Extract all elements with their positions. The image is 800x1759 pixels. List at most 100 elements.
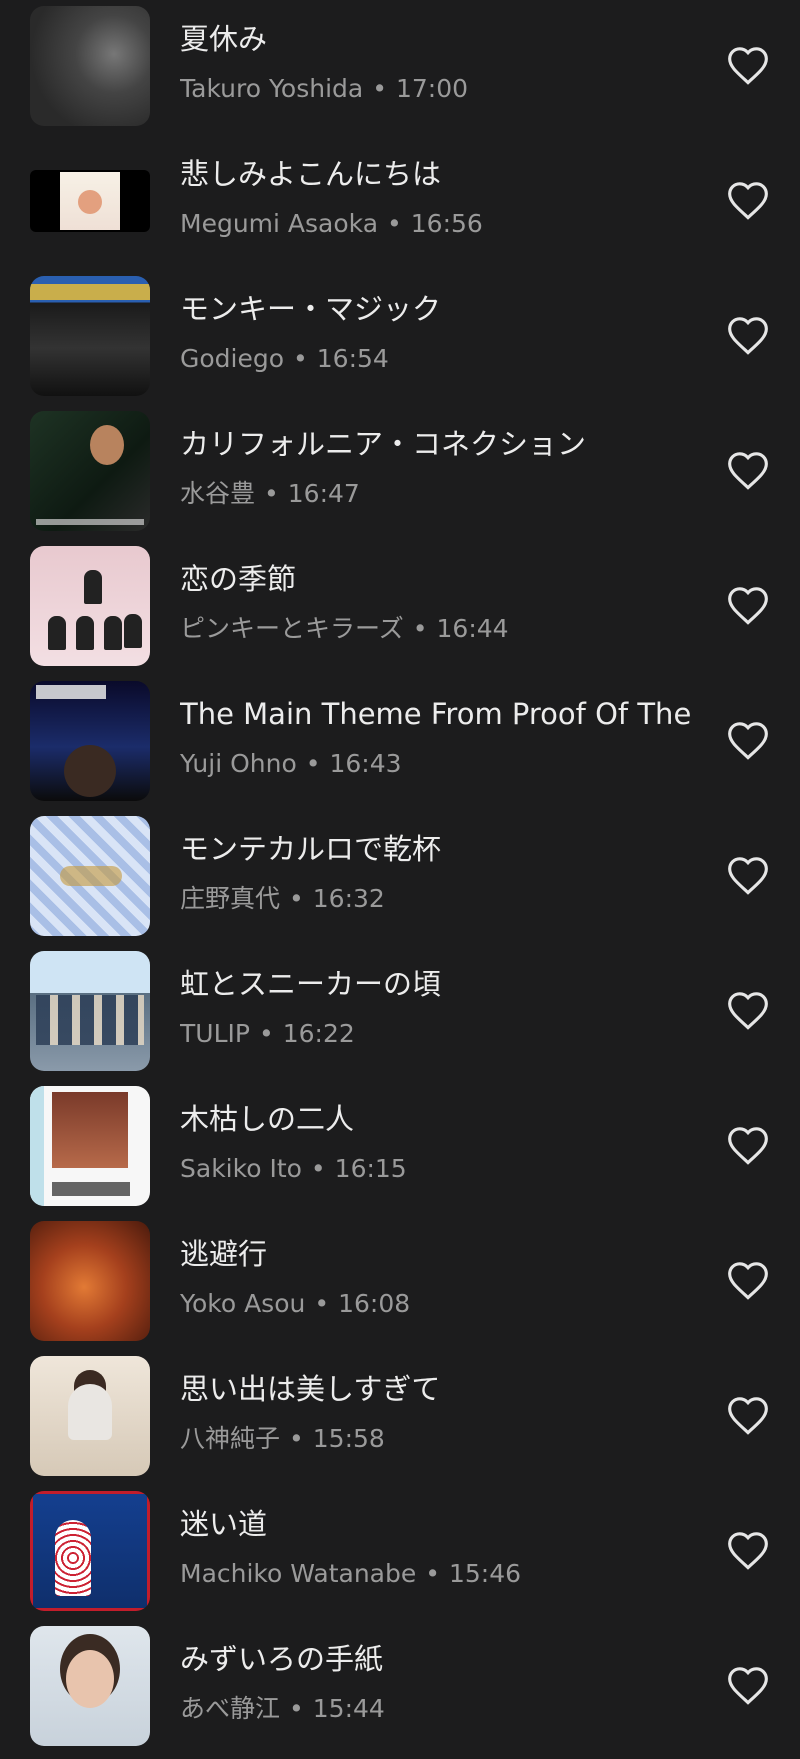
album-thumbnail[interactable] bbox=[30, 816, 150, 936]
track-played-time: 16:54 bbox=[316, 344, 389, 373]
album-thumbnail[interactable] bbox=[30, 1086, 150, 1206]
album-cover-art bbox=[30, 816, 150, 936]
separator-dot: • bbox=[305, 749, 321, 778]
track-title: 迷い道 bbox=[180, 1507, 268, 1541]
separator-dot: • bbox=[372, 74, 387, 103]
track-artist: Sakiko Ito bbox=[180, 1154, 302, 1183]
track-title: 虹とスニーカーの頃 bbox=[180, 967, 442, 1001]
separator-dot: • bbox=[293, 344, 308, 373]
heart-outline-icon[interactable] bbox=[726, 45, 770, 89]
album-cover-art bbox=[30, 1356, 150, 1476]
album-thumbnail[interactable] bbox=[30, 1491, 150, 1611]
separator-dot: • bbox=[310, 1154, 326, 1183]
track-subtitle: 八神純子 • 15:58 bbox=[180, 1422, 700, 1456]
separator-dot: • bbox=[289, 1424, 304, 1453]
heart-outline-icon[interactable] bbox=[726, 990, 770, 1034]
track-row[interactable]: The Main Theme From Proof Of The Yuji Oh… bbox=[0, 675, 800, 810]
album-thumbnail[interactable] bbox=[30, 411, 150, 531]
track-row[interactable]: 恋の季節 ピンキーとキラーズ • 16:44 bbox=[0, 540, 800, 675]
track-row[interactable]: 夏休み Takuro Yoshida • 17:00 bbox=[0, 0, 800, 135]
track-subtitle: あべ静江 • 15:44 bbox=[180, 1692, 700, 1726]
heart-outline-icon[interactable] bbox=[726, 1125, 770, 1169]
track-artist: あべ静江 bbox=[180, 1694, 281, 1723]
track-row[interactable]: 木枯しの二人 Sakiko Ito • 16:15 bbox=[0, 1080, 800, 1215]
album-thumbnail[interactable] bbox=[30, 951, 150, 1071]
album-thumbnail[interactable] bbox=[30, 1626, 150, 1746]
track-title: モンキー・マジック bbox=[180, 292, 442, 326]
heart-outline-icon[interactable] bbox=[726, 1260, 770, 1304]
heart-outline-icon[interactable] bbox=[726, 1530, 770, 1574]
track-played-time: 16:56 bbox=[410, 209, 483, 238]
track-title: 悲しみよこんにちは bbox=[180, 157, 442, 191]
track-subtitle: TULIP • 16:22 bbox=[180, 1017, 700, 1051]
track-played-time: 16:47 bbox=[287, 479, 360, 508]
track-subtitle: 庄野真代 • 16:32 bbox=[180, 882, 700, 916]
track-subtitle: Sakiko Ito • 16:15 bbox=[180, 1152, 700, 1186]
heart-outline-icon[interactable] bbox=[726, 315, 770, 359]
album-thumbnail[interactable] bbox=[30, 6, 150, 126]
track-artist: Takuro Yoshida bbox=[180, 74, 364, 103]
heart-outline-icon[interactable] bbox=[726, 1665, 770, 1709]
separator-dot: • bbox=[264, 479, 279, 508]
album-cover-art bbox=[30, 170, 150, 232]
track-artist: Yoko Asou bbox=[180, 1289, 306, 1318]
track-played-time: 16:08 bbox=[338, 1289, 411, 1318]
heart-outline-icon[interactable] bbox=[726, 180, 770, 224]
album-cover-art bbox=[30, 1626, 150, 1746]
separator-dot: • bbox=[425, 1559, 440, 1588]
track-subtitle: Godiego • 16:54 bbox=[180, 342, 700, 376]
track-subtitle: Yoko Asou • 16:08 bbox=[180, 1287, 700, 1321]
track-played-time: 16:32 bbox=[312, 884, 385, 913]
separator-dot: • bbox=[289, 884, 304, 913]
track-title: The Main Theme From Proof Of The bbox=[180, 697, 692, 731]
track-artist: ピンキーとキラーズ bbox=[180, 614, 404, 643]
separator-dot: • bbox=[289, 1694, 304, 1723]
track-row[interactable]: 逃避行 Yoko Asou • 16:08 bbox=[0, 1215, 800, 1350]
recent-tracks-list: 夏休み Takuro Yoshida • 17:00 悲しみよこんにちは Megum… bbox=[0, 0, 800, 1759]
track-row[interactable]: モンキー・マジック Godiego • 16:54 bbox=[0, 270, 800, 405]
track-title: みずいろの手紙 bbox=[180, 1642, 384, 1676]
track-row[interactable]: 悲しみよこんにちは Megumi Asaoka • 16:56 bbox=[0, 135, 800, 270]
track-row[interactable]: 迷い道 Machiko Watanabe • 15:46 bbox=[0, 1485, 800, 1620]
album-cover-art bbox=[30, 6, 150, 126]
album-cover-art bbox=[30, 1086, 150, 1206]
track-played-time: 17:00 bbox=[395, 74, 469, 103]
heart-outline-icon[interactable] bbox=[726, 720, 770, 764]
separator-dot: • bbox=[258, 1019, 274, 1048]
album-cover-art bbox=[30, 951, 150, 1071]
track-row[interactable]: 思い出は美しすぎて 八神純子 • 15:58 bbox=[0, 1350, 800, 1485]
album-cover-art bbox=[30, 546, 150, 666]
track-row[interactable]: みずいろの手紙 あべ静江 • 15:44 bbox=[0, 1620, 800, 1755]
track-played-time: 15:44 bbox=[312, 1694, 385, 1723]
track-title: 木枯しの二人 bbox=[180, 1102, 355, 1136]
separator-dot: • bbox=[387, 209, 402, 238]
album-thumbnail[interactable] bbox=[30, 170, 150, 232]
separator-dot: • bbox=[314, 1289, 330, 1318]
track-artist: Machiko Watanabe bbox=[180, 1559, 417, 1588]
track-row[interactable]: カリフォルニア・コネクション 水谷豊 • 16:47 bbox=[0, 405, 800, 540]
heart-outline-icon[interactable] bbox=[726, 1395, 770, 1439]
album-cover-art bbox=[30, 276, 150, 396]
album-thumbnail[interactable] bbox=[30, 546, 150, 666]
heart-outline-icon[interactable] bbox=[726, 585, 770, 629]
album-thumbnail[interactable] bbox=[30, 1221, 150, 1341]
album-thumbnail[interactable] bbox=[30, 681, 150, 801]
album-cover-art bbox=[30, 1221, 150, 1341]
track-subtitle: Megumi Asaoka • 16:56 bbox=[180, 207, 700, 241]
track-played-time: 15:58 bbox=[312, 1424, 385, 1453]
separator-dot: • bbox=[412, 614, 428, 643]
album-thumbnail[interactable] bbox=[30, 276, 150, 396]
track-played-time: 15:46 bbox=[448, 1559, 522, 1588]
track-title: モンテカルロで乾杯 bbox=[180, 832, 442, 866]
album-cover-art bbox=[30, 1491, 150, 1611]
album-thumbnail[interactable] bbox=[30, 1356, 150, 1476]
track-artist: Godiego bbox=[180, 344, 285, 373]
track-subtitle: Yuji Ohno • 16:43 bbox=[180, 747, 700, 781]
track-row[interactable]: 虹とスニーカーの頃 TULIP • 16:22 bbox=[0, 945, 800, 1080]
track-row[interactable]: モンテカルロで乾杯 庄野真代 • 16:32 bbox=[0, 810, 800, 945]
track-title: 恋の季節 bbox=[180, 562, 297, 596]
track-artist: 水谷豊 bbox=[180, 479, 256, 508]
heart-outline-icon[interactable] bbox=[726, 855, 770, 899]
heart-outline-icon[interactable] bbox=[726, 450, 770, 494]
track-subtitle: ピンキーとキラーズ • 16:44 bbox=[180, 612, 700, 646]
